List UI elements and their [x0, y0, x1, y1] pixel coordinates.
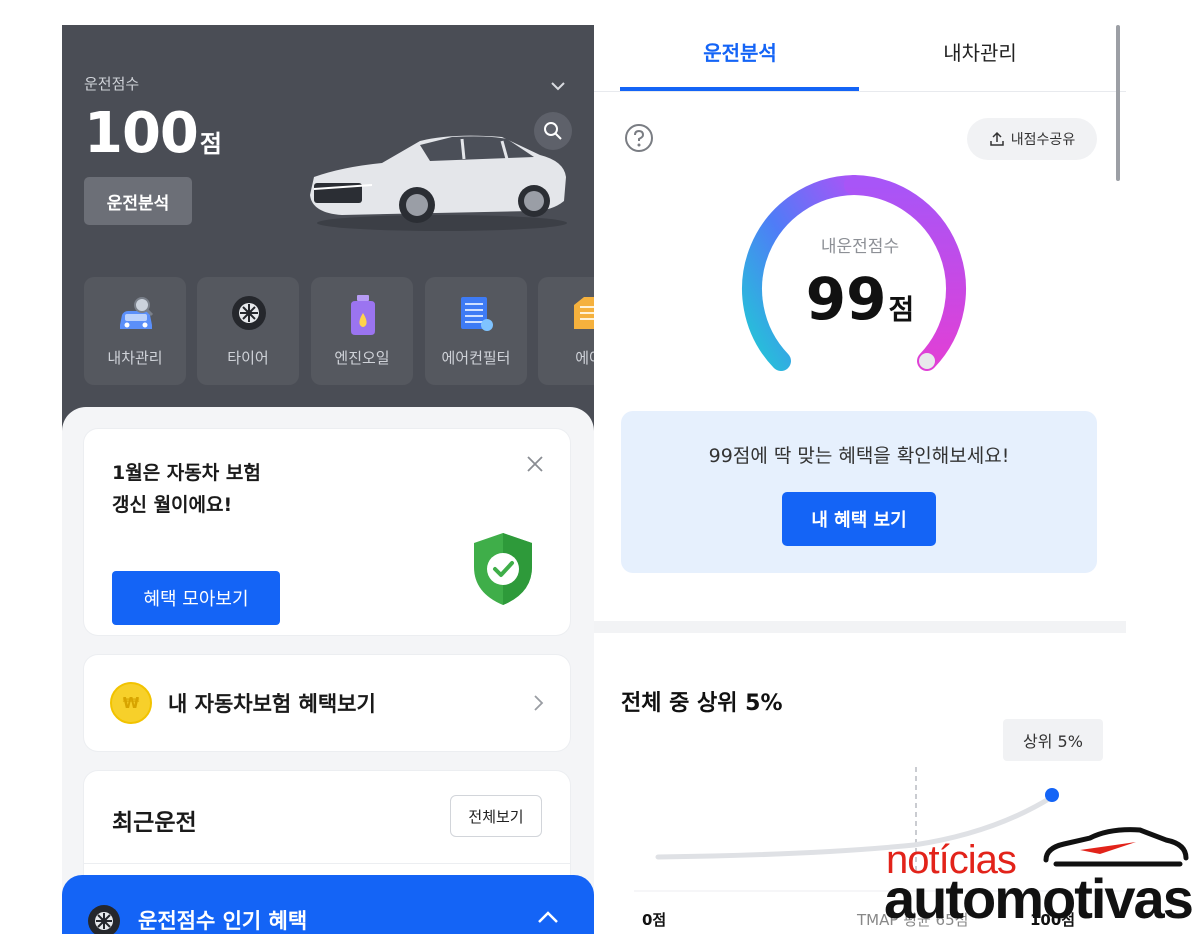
share-score-button[interactable]: 내점수공유 [967, 118, 1097, 160]
rank-title: 전체 중 상위 5% [621, 691, 783, 716]
driving-analysis-screen: 운전분석 내차관리 내점수공유 내운전점수 99점 99점에 딱 맞는 혜택을 … [594, 25, 1126, 934]
insurance-benefit-card[interactable]: ₩ 내 자동차보험 혜택보기 [84, 655, 570, 751]
insurance-benefit-label: 내 자동차보험 혜택보기 [168, 692, 376, 716]
close-icon[interactable] [524, 453, 546, 475]
aircon-filter-icon [461, 297, 493, 331]
car-outline-logo-icon [1043, 827, 1189, 867]
gauge-score-value: 99 [805, 265, 887, 333]
tab-divider [594, 91, 1126, 92]
tile-label: 에어컨필터 [441, 349, 511, 367]
watermark-line2: automotivas [884, 867, 1194, 930]
scrollbar[interactable] [1116, 25, 1120, 181]
gauge-score-unit: 점 [888, 293, 915, 326]
popular-benefits-label: 운전점수 인기 혜택 [138, 909, 308, 933]
watermark-logo: notícias automotivas [880, 822, 1195, 932]
chevron-down-icon[interactable] [549, 77, 567, 95]
content-sheet: 1월은 자동차 보험 갱신 월이에요! 혜택 모아보기 ₩ 내 자동차보험 혜택… [62, 407, 594, 934]
tile-aircon-filter[interactable]: 에어컨필터 [425, 277, 527, 385]
my-score-dot [1045, 788, 1059, 802]
share-icon [990, 131, 1004, 146]
divider [84, 863, 570, 864]
shield-check-icon [474, 533, 532, 605]
air-filter-icon [574, 297, 594, 329]
won-coin-icon: ₩ [110, 682, 152, 724]
car-image [310, 135, 567, 231]
car-care-menu: 내차관리 타이어 엔진오일 에어컨필터 에 [84, 277, 594, 385]
driving-analysis-button[interactable]: 운전분석 [84, 177, 192, 225]
driving-score: 100점 [84, 101, 222, 166]
section-divider [594, 621, 1126, 633]
car-search-icon [120, 297, 154, 329]
chevron-right-icon [534, 695, 544, 711]
tab-driving-analysis[interactable]: 운전분석 [620, 37, 860, 66]
popular-benefits-bar[interactable]: 운전점수 인기 혜택 [62, 875, 594, 934]
score-unit: 점 [199, 130, 222, 158]
driving-score-home-screen: 운전점수 100점 운전분석 내차관리 타이어 엔진오일 에어컨필터 에 1월은… [62, 25, 594, 934]
axis-start-label: 0점 [642, 911, 667, 929]
recent-driving-title: 최근운전 [112, 810, 197, 836]
tile-engine-oil[interactable]: 엔진오일 [311, 277, 413, 385]
score-label: 운전점수 [84, 75, 140, 93]
tire-icon [232, 296, 266, 330]
share-score-label: 내점수공유 [1010, 132, 1076, 148]
benefit-promo-box: 99점에 딱 맞는 혜택을 확인해보세요! 내 혜택 보기 [621, 411, 1097, 573]
my-benefits-button[interactable]: 내 혜택 보기 [782, 492, 936, 546]
rank-tooltip: 상위 5% [1003, 719, 1103, 761]
promo-text: 99점에 딱 맞는 혜택을 확인해보세요! [708, 445, 1010, 467]
tile-tire[interactable]: 타이어 [197, 277, 299, 385]
tire-icon [88, 905, 120, 934]
gauge-end-knob [919, 353, 935, 369]
tile-label: 에어 [575, 349, 594, 367]
gauge-score: 99점 [594, 265, 1126, 333]
insurance-card-title: 1월은 자동차 보험 갱신 월이에요! [112, 462, 261, 516]
tile-car-management[interactable]: 내차관리 [84, 277, 186, 385]
chevron-up-icon[interactable] [536, 909, 560, 925]
tab-car-management[interactable]: 내차관리 [860, 37, 1100, 66]
tile-label: 타이어 [227, 349, 269, 367]
tile-label: 엔진오일 [334, 349, 390, 367]
engine-oil-icon [351, 295, 375, 335]
help-icon[interactable] [624, 123, 654, 153]
collect-benefits-button[interactable]: 혜택 모아보기 [112, 571, 280, 625]
insurance-renewal-card: 1월은 자동차 보험 갱신 월이에요! 혜택 모아보기 [84, 429, 570, 635]
gauge-label: 내운전점수 [820, 237, 900, 257]
view-all-button[interactable]: 전체보기 [450, 795, 542, 837]
tile-air-filter[interactable]: 에어 [538, 277, 594, 385]
score-value: 100 [84, 101, 199, 166]
tile-label: 내차관리 [107, 349, 163, 367]
